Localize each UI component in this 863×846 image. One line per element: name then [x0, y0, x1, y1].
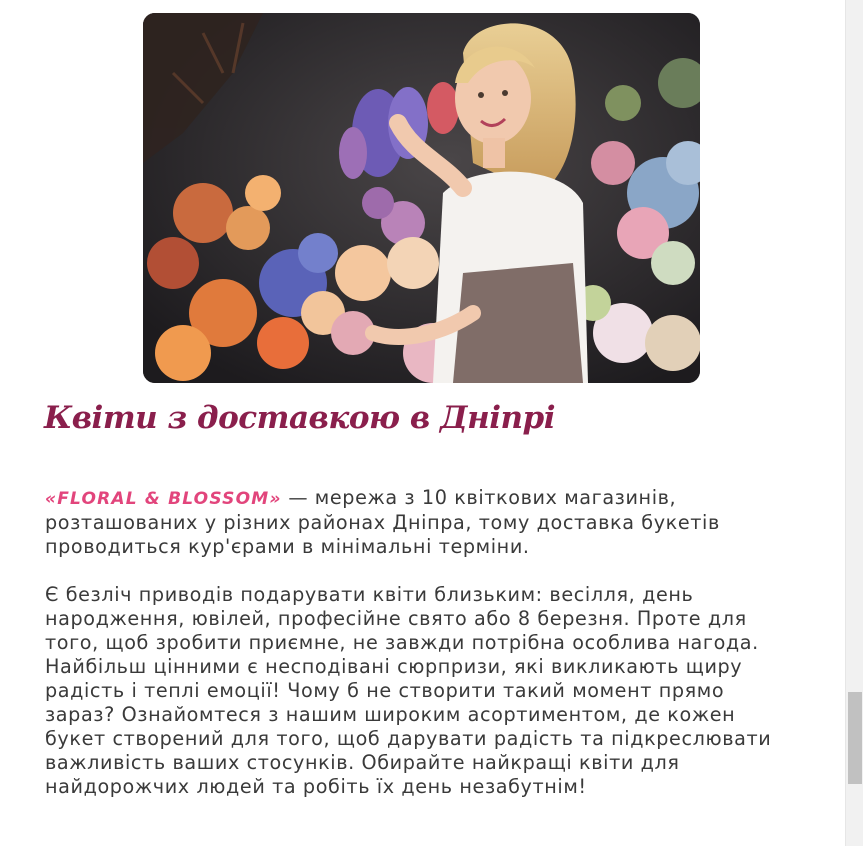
page: Квіти з доставкою в Дніпрі «FLORAL & BLO… [0, 0, 845, 846]
florist-photo [143, 13, 700, 383]
page-heading: Квіти з доставкою в Дніпрі [44, 400, 555, 436]
article-content: «FLORAL & BLOSSOM» — мережа з 10 квітков… [45, 486, 785, 799]
brand-name: «FLORAL & BLOSSOM» [45, 489, 282, 509]
scrollbar-thumb[interactable] [848, 692, 862, 784]
intro-paragraph: «FLORAL & BLOSSOM» — мережа з 10 квітков… [45, 486, 785, 559]
vertical-scrollbar[interactable] [845, 0, 863, 846]
hero-image [143, 13, 700, 383]
body-paragraph: Є безліч приводів подарувати квіти близь… [45, 583, 772, 798]
